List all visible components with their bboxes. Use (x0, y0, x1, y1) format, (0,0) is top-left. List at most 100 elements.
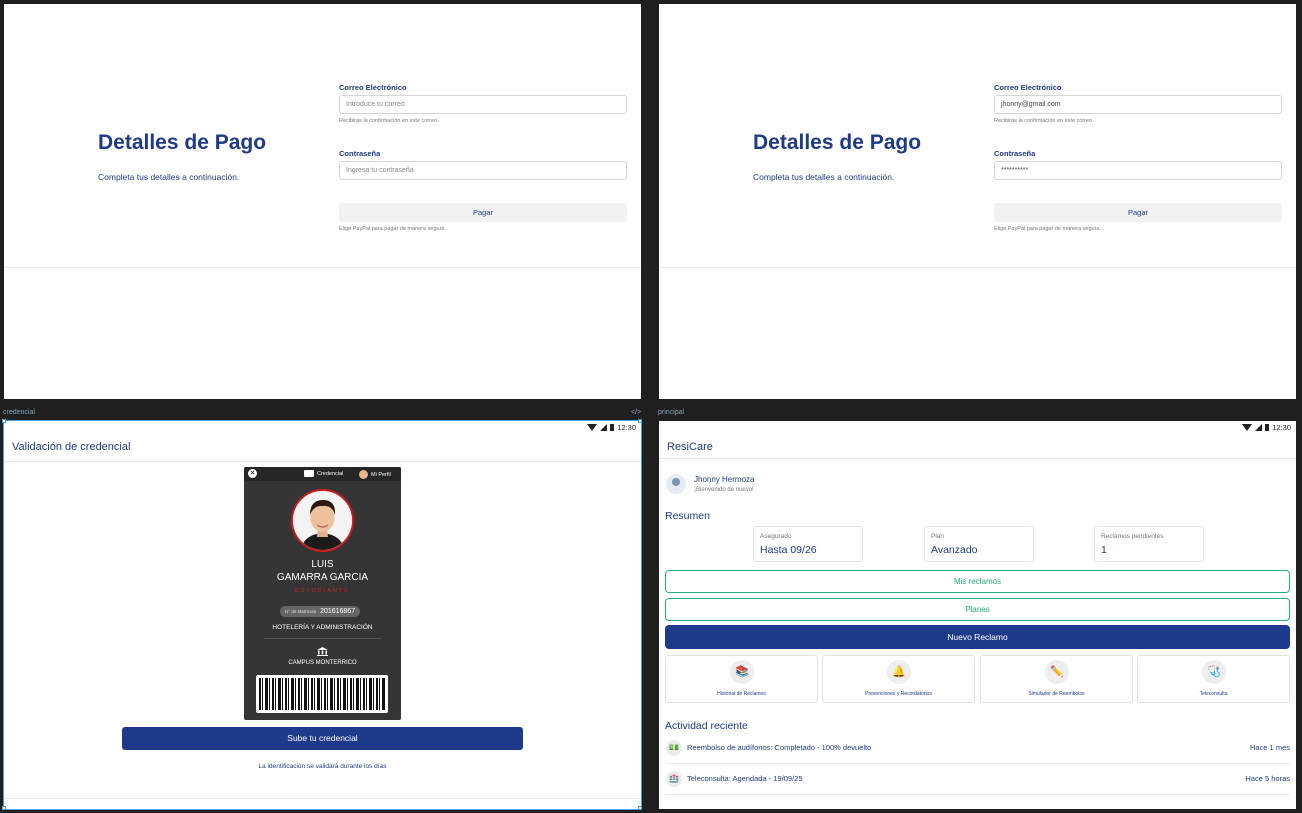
page-title: Detalles de Pago (753, 131, 922, 154)
student-role: ESTUDIANTE (295, 588, 350, 594)
tile-prevenciones[interactable]: 🔔 Prevenciones y Recordatorios (822, 655, 975, 703)
user-name: Jhonny Hermoza (694, 475, 755, 484)
credencial-frame: 12:30 Validación de credencial × Credenc… (3, 420, 642, 810)
student-id-card: × Credencial Mi Perfil LUIS GAMARRA GARC… (244, 467, 401, 720)
password-field[interactable]: Ingresa tu contraseña (339, 161, 627, 180)
divider (659, 267, 1296, 268)
barcode (256, 675, 388, 713)
wifi-icon (587, 424, 598, 431)
id-card-icon (304, 470, 314, 477)
email-field[interactable]: jhonny@gmail.com (994, 95, 1282, 114)
tile-label: Teleconsulta (1199, 691, 1228, 697)
tile-label: Historial de Reclamos (717, 691, 766, 697)
tab-credencial[interactable]: Credencial (304, 470, 343, 477)
books-icon: 📚 (730, 660, 754, 684)
resize-handle[interactable] (2, 806, 6, 810)
pencil-icon: ✏️ (1045, 660, 1069, 684)
mis-reclamos-button[interactable]: Mis reclamos (665, 570, 1290, 593)
page-subtitle: Completa tus detalles a continuación. (753, 172, 895, 182)
stat-value: Hasta 09/26 (760, 544, 817, 556)
pay-button[interactable]: Pagar (994, 203, 1282, 222)
divider (665, 794, 1290, 795)
app-title: ResiCare (667, 441, 713, 453)
stat-card-plan: Plan Avanzado (924, 526, 1034, 562)
stat-value: 1 (1101, 544, 1107, 556)
signal-icon (1255, 424, 1263, 431)
upload-credential-button[interactable]: Sube tu credencial (122, 727, 523, 750)
status-time: 12:30 (1272, 423, 1291, 432)
activity-time: Hace 5 horas (1245, 774, 1290, 783)
stat-label: Reclamos pendientes (1101, 533, 1164, 540)
student-career: HOTELERÍA Y ADMINISTRACIÓN (272, 624, 373, 631)
battery-icon (1265, 424, 1270, 431)
email-label: Correo Electrónico (994, 83, 1062, 92)
pay-button[interactable]: Pagar (339, 203, 627, 222)
email-field[interactable]: Introduce tu correo (339, 95, 627, 114)
tile-historial[interactable]: 📚 Historial de Reclamos (665, 655, 818, 703)
resize-handle[interactable] (638, 419, 642, 423)
tile-label: Prevenciones y Recordatorios (865, 691, 932, 697)
avatar[interactable] (666, 474, 686, 494)
divider (665, 763, 1290, 764)
stat-card-asegurado: Asegurado Hasta 09/26 (753, 526, 863, 562)
tab-credencial-label: Credencial (317, 470, 344, 477)
summary-title: Resumen (665, 510, 710, 522)
tab-perfil-label: Mi Perfil (371, 471, 391, 478)
stethoscope-icon: 🩺 (1202, 660, 1226, 684)
page-subtitle: Completa tus detalles a continuación. (98, 172, 240, 182)
divider (4, 461, 641, 462)
activity-time: Hace 1 mes (1249, 743, 1290, 752)
payment-frame-filled: Detalles de Pago Completa tus detalles a… (659, 4, 1296, 399)
signal-icon (600, 424, 608, 431)
student-photo (291, 489, 354, 552)
email-help-text: Recibirás la confirmación en este correo… (994, 118, 1094, 124)
matricula-badge: N° de Matrícula 201616867 (280, 606, 361, 617)
money-icon: 💵 (666, 740, 682, 756)
card-divider (264, 638, 381, 639)
nuevo-reclamo-button[interactable]: Nuevo Reclamo (665, 625, 1290, 649)
tile-teleconsulta[interactable]: 🩺 Teleconsulta (1137, 655, 1290, 703)
student-last-name: GAMARRA GARCIA (276, 572, 369, 583)
tile-label: Simulador de Reembolso (1028, 691, 1085, 697)
pay-note: Elige PayPal para pagar de manera segura… (339, 226, 447, 232)
stat-label: Asegurado (760, 533, 792, 540)
principal-frame: 12:30 ResiCare Jhonny Hermoza ¡Bienvenid… (659, 421, 1296, 809)
frame-label-credencial[interactable]: credencial (3, 409, 35, 416)
frame-label-principal[interactable]: principal (658, 409, 684, 416)
activity-text: Reembolso de audífonos: Completado - 100… (687, 743, 872, 752)
matricula-label: N° de Matrícula (285, 609, 317, 614)
divider (4, 798, 641, 799)
tile-simulador[interactable]: ✏️ Simulador de Reembolso (980, 655, 1133, 703)
password-label: Contraseña (994, 149, 1036, 158)
student-campus: CAMPUS MONTERRICO (288, 660, 357, 666)
password-label: Contraseña (339, 149, 381, 158)
battery-icon (610, 424, 615, 431)
planes-button[interactable]: Planes (665, 598, 1290, 621)
status-bar: 12:30 (1242, 423, 1291, 432)
validation-note: La identificación se validará durante lo… (258, 763, 387, 770)
pay-note: Elige PayPal para pagar de manera segura… (994, 226, 1102, 232)
profile-avatar-icon (359, 470, 368, 479)
student-first-name: LUIS (311, 559, 334, 570)
payment-frame-empty: Detalles de Pago Completa tus detalles a… (4, 4, 641, 399)
welcome-text: ¡Bienvenido de nuevo! (694, 487, 754, 493)
stat-label: Plan (931, 533, 945, 540)
activity-text: Teleconsulta: Agendada - 19/09/25 (687, 774, 803, 783)
code-icon[interactable]: </> (631, 409, 641, 416)
status-time: 12:30 (617, 423, 636, 432)
resize-handle[interactable] (2, 419, 6, 423)
status-bar: 12:30 (587, 423, 636, 432)
hospital-icon: 🏥 (666, 771, 682, 787)
resize-handle[interactable] (638, 806, 642, 810)
matricula-number: 201616867 (320, 608, 356, 615)
divider (659, 458, 1296, 459)
bell-icon: 🔔 (887, 660, 911, 684)
close-icon[interactable]: × (248, 469, 257, 478)
page-title: Validación de credencial (12, 441, 131, 453)
password-field[interactable]: ********** (994, 161, 1282, 180)
page-title: Detalles de Pago (98, 131, 267, 154)
divider (4, 267, 641, 268)
wifi-icon (1242, 424, 1253, 431)
tab-perfil[interactable]: Mi Perfil (359, 470, 391, 479)
stat-card-reclamos: Reclamos pendientes 1 (1094, 526, 1204, 562)
